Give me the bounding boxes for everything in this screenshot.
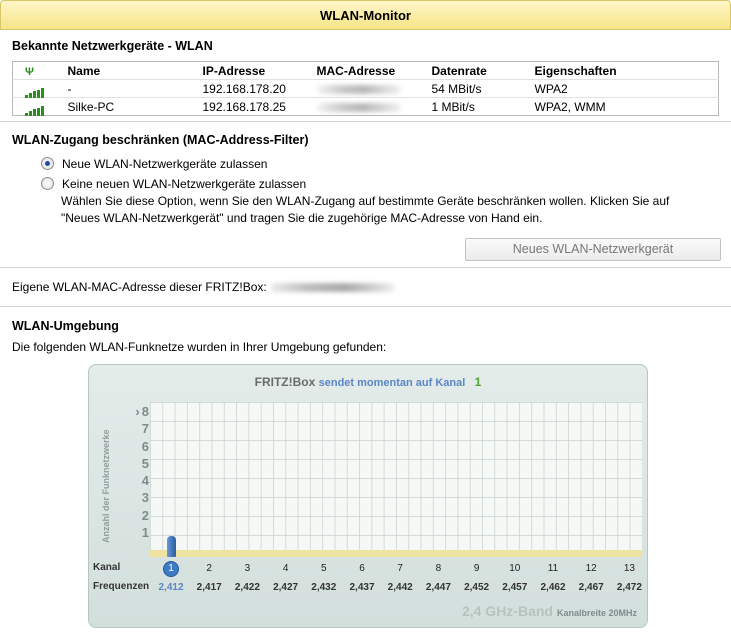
option-deny-label: Keine neuen WLAN-Netzwerkgeräte zulassen [62,176,307,191]
radio-deny-new-devices[interactable] [41,177,54,190]
channel-label: 7 [397,563,403,574]
frequency-label: 2,472 [616,582,642,593]
device-ip: 192.168.178.20 [202,79,317,98]
channel-bar [167,535,176,557]
channel-label: 1 [152,561,190,577]
col-name: Name [67,63,101,78]
col-rate: Datenrate [431,63,487,78]
col-ip: IP-Adresse [202,63,266,78]
frequency-label: 2,457 [502,582,528,593]
channel-label: 5 [321,563,327,574]
band-info: 2,4 GHz-Band Kanalbreite 20MHz [462,603,637,619]
channel-label: 10 [509,563,521,574]
frequency-label: 2,447 [425,582,451,593]
chart-title-text: sendet momentan auf Kanal [318,377,466,389]
frequency-label: 2,462 [540,582,566,593]
device-ip: 192.168.178.25 [202,97,317,116]
device-name: - [67,79,203,98]
col-props: Eigenschaften [534,63,617,78]
devices-section: Bekannte Netzwerkgeräte - WLAN Ψ Name IP… [0,30,731,122]
filter-description-line-1: Wählen Sie diese Option, wenn Sie den WL… [61,194,670,208]
blurred-mac-address [316,102,401,112]
antenna-icon: Ψ [25,65,34,78]
table-header-row: Ψ Name IP-Adresse MAC-Adresse Datenrate … [13,62,719,80]
environment-heading: WLAN-Umgebung [12,319,119,333]
y-tick-label: 5 [141,455,149,471]
frequency-label: 2,412 [158,582,184,593]
col-mac: MAC-Adresse [316,63,396,78]
window-title: WLAN-Monitor [0,0,731,30]
blurred-own-mac-address [269,282,395,292]
device-rate: 1 MBit/s [431,97,535,116]
chart-title-brand: FRITZ!Box [254,375,316,389]
y-tick-label: 1 [141,524,149,540]
own-mac-section: Eigene WLAN-MAC-Adresse dieser FRITZ!Box… [0,268,731,307]
mac-filter-section: WLAN-Zugang beschränken (MAC-Address-Fil… [0,122,731,268]
y-tick-label: 6 [141,438,149,454]
chart-title: FRITZ!Box sendet momentan auf Kanal 1 [89,375,647,389]
channel-label: 9 [473,563,480,574]
environment-subtitle: Die folgenden WLAN-Funknetze wurden in I… [12,340,387,354]
frequency-label: 2,417 [196,582,222,593]
own-mac-label: Eigene WLAN-MAC-Adresse dieser FRITZ!Box… [12,280,267,294]
radio-allow-new-devices[interactable] [41,157,54,170]
devices-table: Ψ Name IP-Adresse MAC-Adresse Datenrate … [12,61,719,117]
channel-label: 8 [435,563,442,574]
channel-label: 3 [244,563,251,574]
plot-area [150,402,642,554]
option-deny-row[interactable]: Keine neuen WLAN-Netzwerkgeräte zulassen [41,174,719,193]
new-device-button[interactable]: Neues WLAN-Netzwerkgerät [465,238,721,261]
channel-label: 12 [585,563,597,574]
blurred-mac-address [316,84,401,94]
frequency-label: 2,422 [234,582,260,593]
y-axis-label: Anzahl der Funknetzwerke [101,429,111,543]
band-label: 2,4 GHz-Band [461,603,553,619]
table-row: Silke-PC 192.168.178.25 1 MBit/s WPA2, W… [12,97,719,117]
frequency-label: 2,467 [578,582,604,593]
devices-heading: Bekannte Netzwerkgeräte - WLAN [12,39,213,53]
channel-width-label: Kanalbreite 20MHz [556,608,637,618]
frequency-row-label: Frequenzen [93,581,150,592]
channel-label: 2 [206,563,212,574]
option-allow-label: Neue WLAN-Netzwerkgeräte zulassen [62,156,268,171]
channel-label: 11 [547,563,559,574]
device-rate: 54 MBit/s [431,79,535,98]
y-tick-label: 7 [141,421,149,437]
table-row: - 192.168.178.20 54 MBit/s WPA2 [12,79,719,99]
channel-baseline [150,550,642,557]
y-tick-label: 2 [141,507,149,523]
device-name: Silke-PC [67,97,203,116]
channel-label: 6 [359,563,365,574]
y-tick-label: 4 [141,473,149,488]
filter-description: Wählen Sie diese Option, wenn Sie den WL… [61,193,719,227]
signal-strength-icon [25,102,45,117]
channel-label: 13 [623,563,635,574]
chart-current-channel: 1 [474,375,482,389]
device-props: WPA2, WMM [534,97,719,116]
signal-strength-icon [25,84,45,99]
frequency-label: 2,432 [311,582,337,593]
filter-heading: WLAN-Zugang beschränken (MAC-Address-Fil… [12,133,309,147]
y-tick-label: 8 [125,404,149,419]
device-props: WPA2 [534,79,719,98]
frequency-label: 2,442 [387,582,413,593]
frequency-label: 2,452 [464,582,490,593]
y-tick-label: 3 [141,490,149,506]
frequency-label: 2,427 [273,582,299,593]
option-allow-row[interactable]: Neue WLAN-Netzwerkgeräte zulassen [41,154,719,173]
channel-label: 4 [282,563,289,574]
environment-section: WLAN-Umgebung Die folgenden WLAN-Funknet… [0,307,731,354]
channel-row-label: Kanal [93,562,121,573]
filter-description-line-2: "Neues WLAN-Netzwerkgerät" und tragen Si… [61,211,543,225]
channel-chart: FRITZ!Box sendet momentan auf Kanal 1 An… [88,364,648,628]
frequency-label: 2,437 [349,582,375,593]
